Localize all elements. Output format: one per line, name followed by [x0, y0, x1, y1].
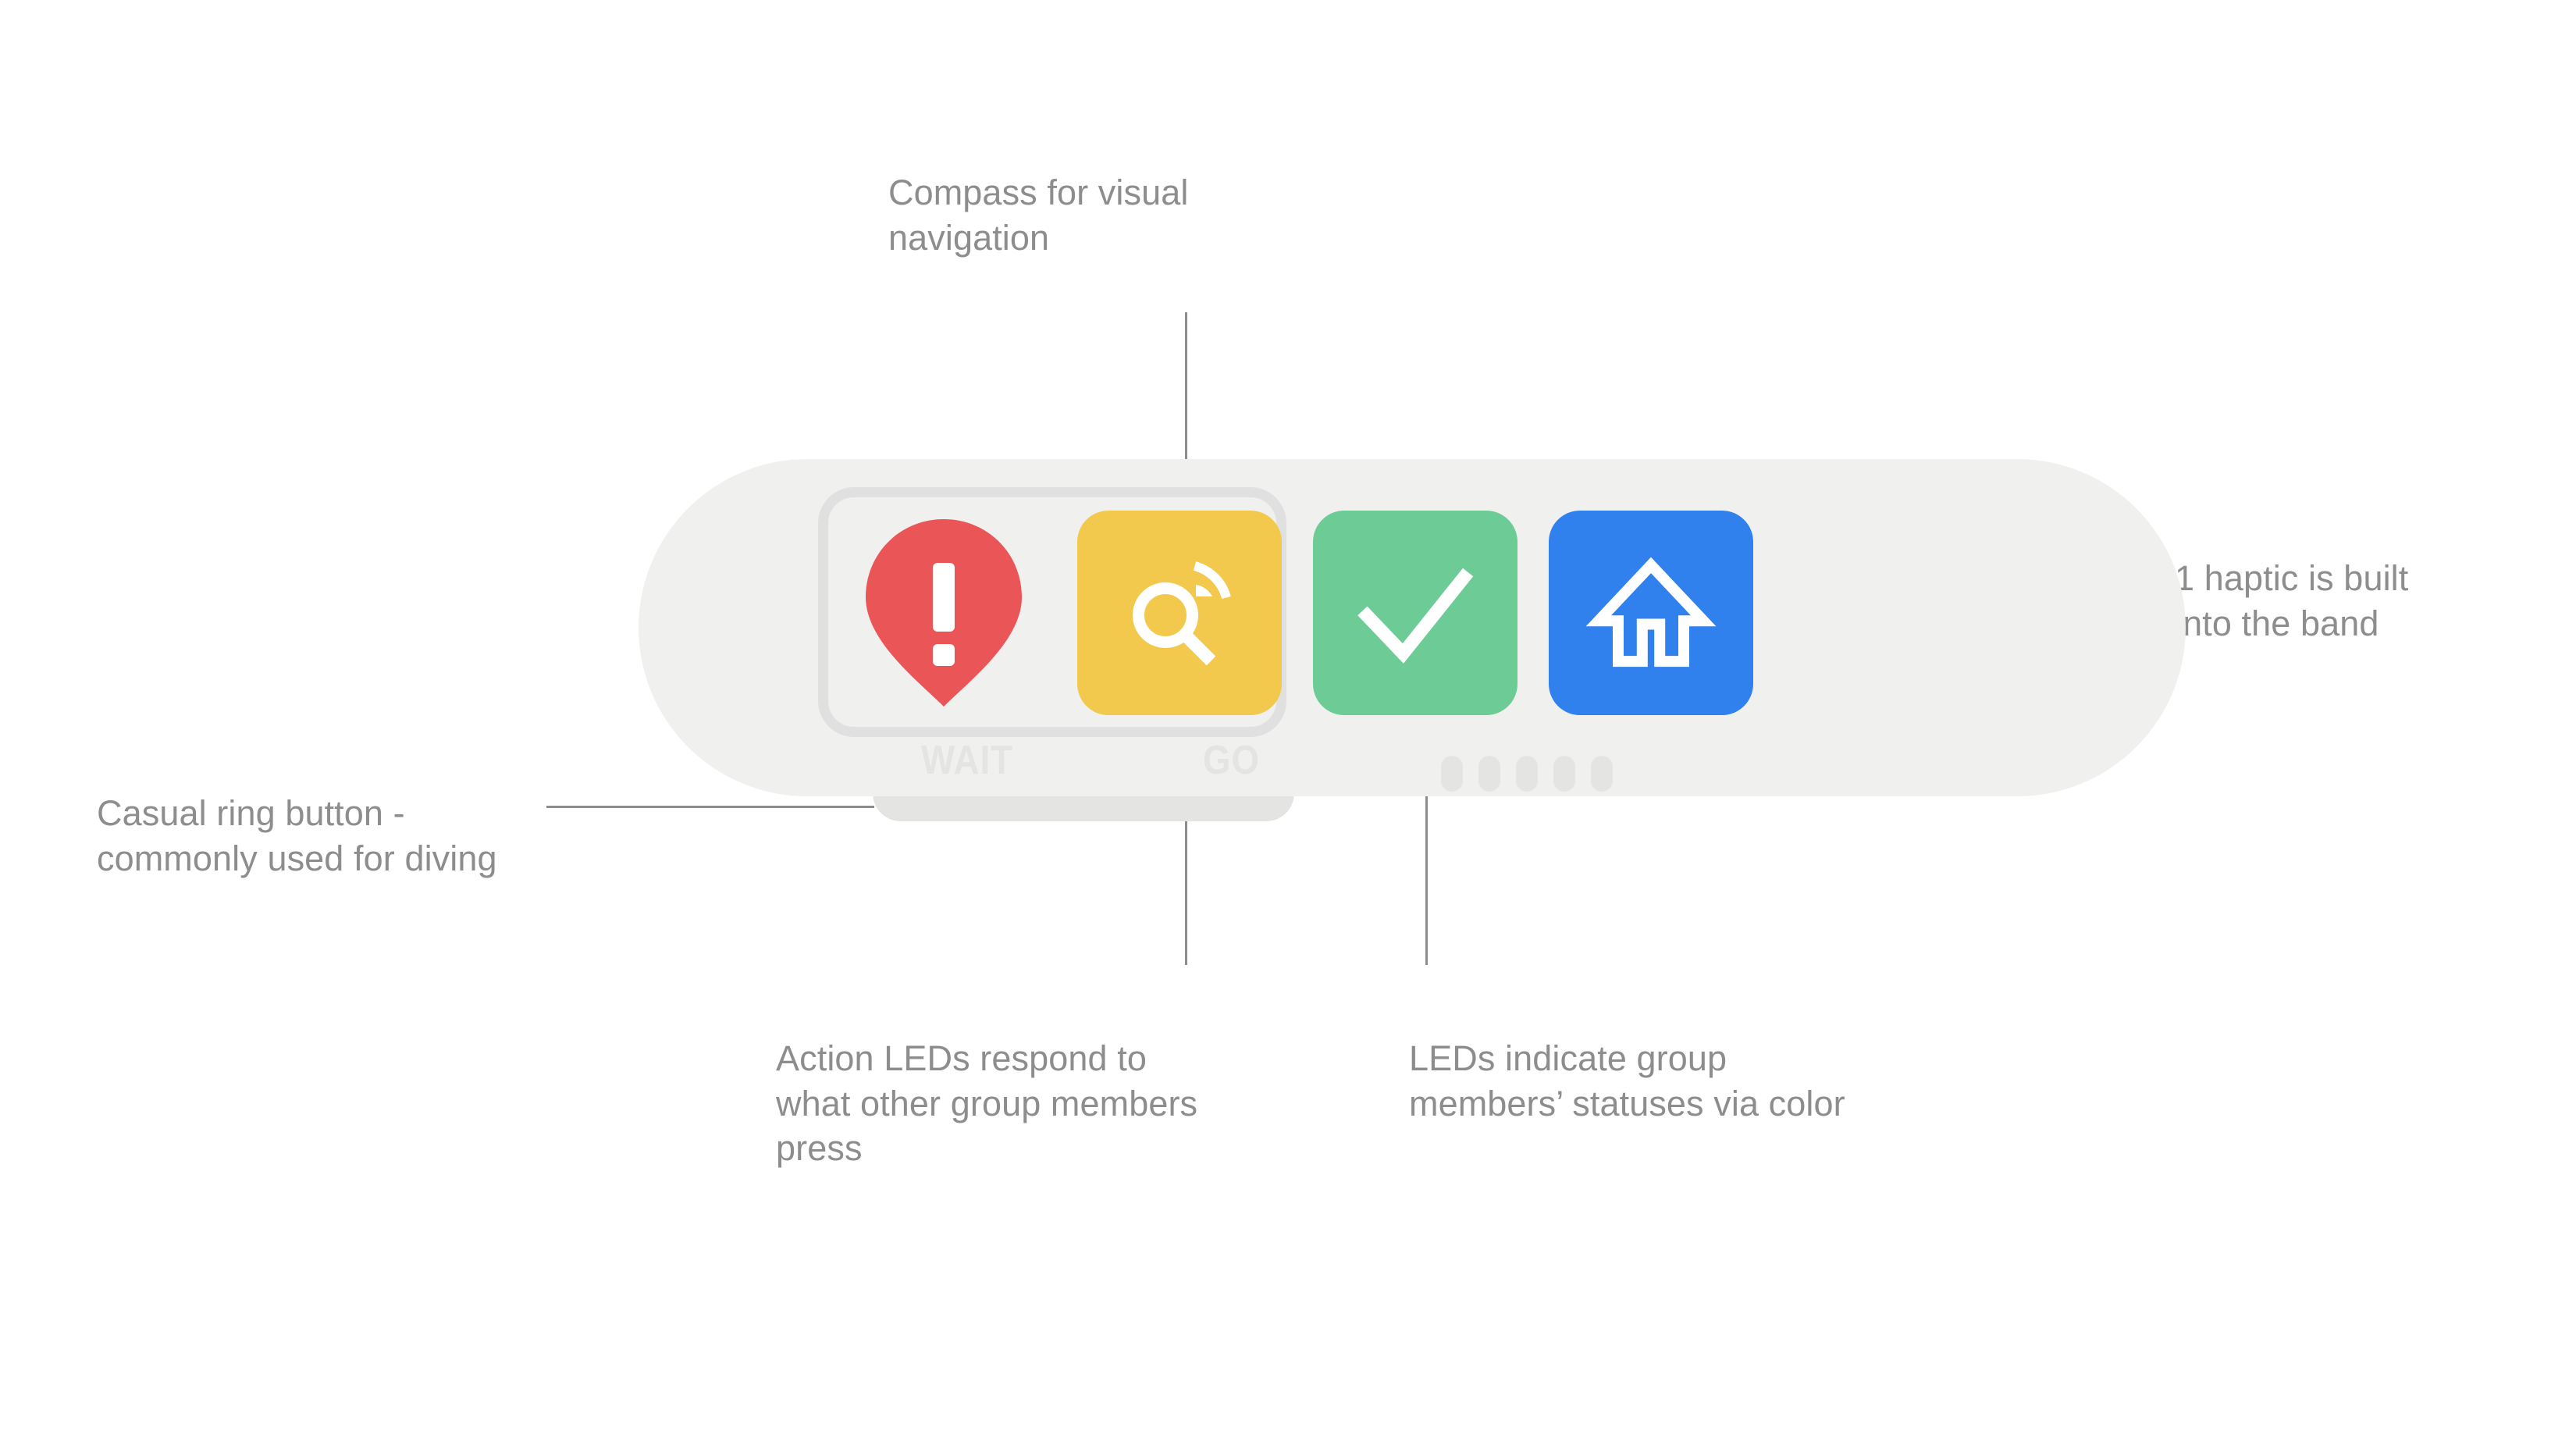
check-icon — [1357, 568, 1474, 664]
leader-line-compass — [1185, 312, 1187, 478]
annotation-ring-button: Casual ring button - commonly used for d… — [97, 793, 497, 878]
status-led-5 — [1591, 756, 1613, 792]
annotation-haptic: 1 haptic is built into the band — [2175, 558, 2409, 643]
leader-line-ring-button — [546, 806, 874, 808]
annotation-status-leds: LEDs indicate group members’ statuses vi… — [1409, 1038, 1845, 1123]
tile-alert[interactable] — [841, 511, 1046, 715]
diagram-canvas: Compass for visual navigation 1 haptic i… — [0, 0, 2576, 1449]
hint-label-go: GO — [1203, 738, 1260, 783]
tile-row — [841, 511, 2106, 715]
status-led-3 — [1516, 756, 1538, 792]
alert-pin-icon — [866, 519, 1022, 707]
search-signal-icon — [1133, 561, 1231, 666]
status-led-1 — [1441, 756, 1463, 792]
status-led-2 — [1478, 756, 1500, 792]
annotation-action-leds: Action LEDs respond to what other group … — [776, 1038, 1198, 1169]
leader-line-status-leds — [1425, 796, 1428, 965]
home-icon — [1585, 557, 1717, 667]
status-led-row — [1441, 756, 1613, 792]
annotation-compass: Compass for visual navigation — [888, 173, 1189, 258]
tile-home[interactable] — [1549, 511, 1753, 715]
tile-search[interactable] — [1077, 511, 1282, 715]
hint-label-wait: WAIT — [921, 738, 1013, 783]
wearable-device: WAIT GO — [639, 459, 2186, 821]
tile-confirm[interactable] — [1313, 511, 1517, 715]
status-led-4 — [1553, 756, 1575, 792]
